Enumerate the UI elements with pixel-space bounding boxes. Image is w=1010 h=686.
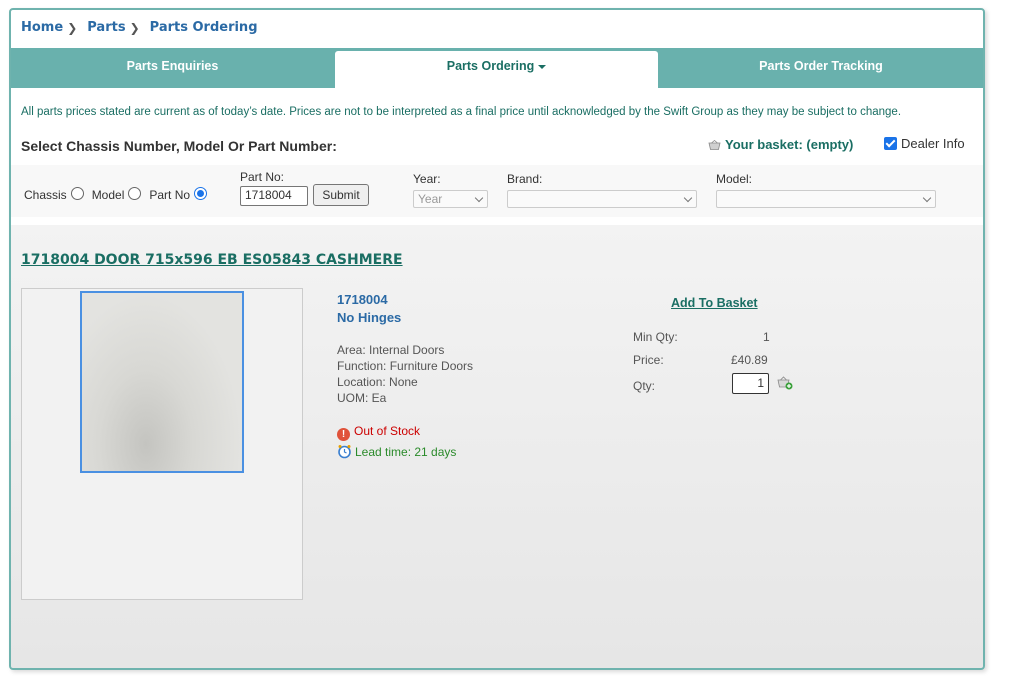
model-select[interactable] bbox=[716, 190, 936, 208]
tab-bar: Parts Enquiries Parts Ordering Parts Ord… bbox=[11, 48, 983, 88]
attr-uom: UOM: Ea bbox=[337, 391, 387, 405]
submit-button[interactable]: Submit bbox=[313, 184, 369, 206]
dealer-info-checkbox[interactable] bbox=[884, 137, 897, 150]
basket-label: Your basket: (empty) bbox=[725, 137, 854, 152]
alert-icon: ! bbox=[337, 428, 350, 441]
radio-label-part-no: Part No bbox=[149, 188, 191, 202]
product-attributes: Area: Internal Doors Function: Furniture… bbox=[337, 342, 473, 406]
stock-status-text: Out of Stock bbox=[354, 424, 421, 438]
product-image-frame bbox=[21, 288, 303, 600]
product-image[interactable] bbox=[80, 291, 244, 473]
attr-area: Area: Internal Doors bbox=[337, 343, 445, 357]
tab-parts-enquiries[interactable]: Parts Enquiries bbox=[11, 48, 334, 88]
price-label: Price: bbox=[633, 353, 664, 367]
lead-time-text: Lead time: 21 days bbox=[355, 445, 457, 459]
chevron-down-icon bbox=[474, 193, 484, 203]
alarm-clock-icon bbox=[338, 445, 351, 459]
year-select-value: Year bbox=[418, 192, 443, 206]
attr-location: Location: None bbox=[337, 375, 418, 389]
breadcrumb-home[interactable]: Home bbox=[21, 20, 63, 35]
parts-panel: Home ❯ Parts ❯ Parts Ordering Parts Enquirie… bbox=[9, 8, 985, 670]
model-label: Model: bbox=[716, 172, 753, 186]
tab-label: Parts Enquiries bbox=[126, 59, 219, 73]
year-select[interactable]: Year bbox=[413, 190, 488, 208]
basket-icon bbox=[708, 140, 721, 150]
dealer-info-label: Dealer Info bbox=[901, 136, 965, 151]
dealer-info-toggle[interactable]: Dealer Info bbox=[884, 136, 965, 151]
price-notice: All parts prices stated are current as o… bbox=[21, 106, 902, 118]
breadcrumb: Home ❯ Parts ❯ Parts Ordering bbox=[21, 20, 258, 35]
chevron-right-icon: ❯ bbox=[67, 20, 78, 35]
part-no-input[interactable]: 1718004 bbox=[240, 186, 308, 206]
year-label: Year: bbox=[413, 172, 441, 186]
basket-link[interactable]: Your basket: (empty) bbox=[708, 137, 853, 152]
price-value: £40.89 bbox=[731, 353, 768, 367]
tab-label: Parts Ordering bbox=[446, 59, 535, 73]
tab-parts-ordering[interactable]: Parts Ordering bbox=[335, 51, 658, 88]
min-qty-value: 1 bbox=[763, 330, 770, 344]
add-to-basket-icon[interactable] bbox=[777, 376, 793, 390]
search-type-radios: Chassis Model Part No bbox=[24, 187, 215, 202]
lead-time: Lead time: 21 days bbox=[337, 444, 456, 459]
caret-down-icon bbox=[538, 64, 547, 69]
product-title-link[interactable]: 1718004 DOOR 715x596 EB ES05843 CASHMERE bbox=[21, 252, 403, 268]
product-info: 1718004 No Hinges bbox=[337, 291, 401, 327]
brand-select[interactable] bbox=[507, 190, 697, 208]
part-number: 1718004 bbox=[337, 292, 388, 307]
radio-model[interactable] bbox=[128, 187, 142, 200]
radio-label-chassis: Chassis bbox=[24, 188, 67, 202]
breadcrumb-parts[interactable]: Parts bbox=[87, 20, 125, 35]
select-heading: Select Chassis Number, Model Or Part Num… bbox=[21, 138, 337, 154]
stock-status: ! Out of Stock bbox=[337, 424, 420, 441]
brand-label: Brand: bbox=[507, 172, 543, 186]
radio-chassis[interactable] bbox=[70, 187, 84, 200]
attr-function: Function: Furniture Doors bbox=[337, 359, 474, 373]
tab-parts-order-tracking[interactable]: Parts Order Tracking bbox=[659, 48, 983, 88]
add-to-basket-link[interactable]: Add To Basket bbox=[671, 296, 758, 310]
product-subtitle: No Hinges bbox=[337, 310, 402, 325]
radio-label-model: Model bbox=[91, 188, 125, 202]
qty-label: Qty: bbox=[633, 379, 656, 393]
breadcrumb-parts-ordering[interactable]: Parts Ordering bbox=[150, 20, 258, 35]
part-no-label: Part No: bbox=[240, 170, 285, 184]
chevron-down-icon bbox=[922, 193, 932, 203]
min-qty-label: Min Qty: bbox=[633, 330, 678, 344]
tab-label: Parts Order Tracking bbox=[759, 59, 883, 73]
radio-part-no[interactable] bbox=[194, 187, 208, 200]
qty-input[interactable]: 1 bbox=[732, 373, 769, 394]
chevron-down-icon bbox=[683, 193, 693, 203]
chevron-right-icon: ❯ bbox=[129, 20, 140, 35]
